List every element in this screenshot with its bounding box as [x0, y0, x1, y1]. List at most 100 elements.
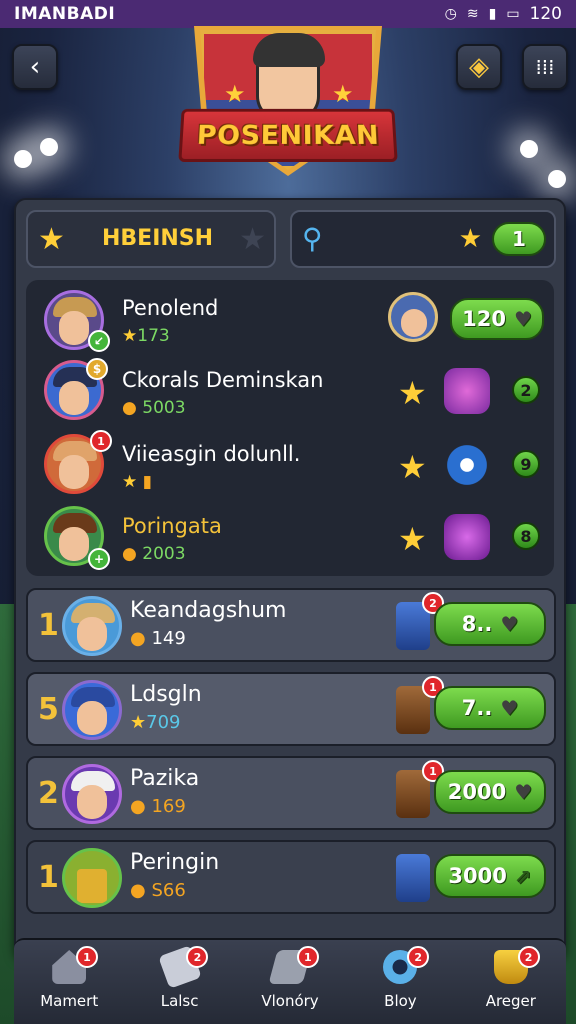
list-item[interactable]: ↙ Penolend ★173 120 ♥ — [26, 284, 554, 356]
reward-value: 7.. — [461, 696, 493, 720]
list-item[interactable]: $ Ckorals Deminskan ● 5003 ★ 2 — [26, 356, 554, 428]
title-banner: POSENIKAN — [178, 108, 398, 163]
friend-name: Ckorals Deminskan — [122, 368, 324, 392]
status-time: 120 — [529, 4, 562, 24]
monster-icon — [444, 368, 490, 414]
bottom-nav: 1 Mamert 2 Lalsc 1 Vlonóry 2 Bloy 2 Areg… — [14, 938, 566, 1024]
avatar — [62, 680, 122, 740]
add-friend-icon: ↙ — [88, 330, 110, 352]
menu-button[interactable]: ⁞⁞⁞ — [522, 44, 568, 90]
item-count: 9 — [512, 450, 540, 478]
trash-reward-icon — [396, 854, 430, 902]
table-row[interactable]: 2 Pazika ● 169 1 2000 ♥ — [26, 756, 556, 830]
nav-label: Bloy — [384, 992, 417, 1010]
rank-number: 5 — [38, 692, 59, 727]
friend-score: ★ ▮ — [122, 472, 153, 492]
star-outline-icon: ★ — [239, 222, 266, 257]
battery-icon: ▭ — [506, 6, 520, 22]
nav-label: Lalsc — [160, 992, 199, 1010]
star-icon: ★ — [398, 520, 427, 558]
list-item[interactable]: 1 Viieasgin dolunll. ★ ▮ ★ 9 — [26, 430, 554, 502]
challenge-value: 120 — [462, 307, 506, 331]
target-icon — [444, 442, 490, 488]
carrier-name: IMANBADI — [14, 4, 116, 24]
coin-icon: $ — [86, 358, 108, 380]
table-row[interactable]: 5 Ldsgln ★709 1 7.. ♥ — [26, 672, 556, 746]
wifi-icon: ≋ — [466, 6, 479, 22]
table-row[interactable]: 1 Keandagshum ● 149 2 8.. ♥ — [26, 588, 556, 662]
friend-score: ● 2003 — [122, 544, 186, 564]
star-icon: ★ — [38, 222, 65, 257]
nav-item-lalsc[interactable]: 2 Lalsc — [124, 940, 234, 1024]
opponent-avatar — [388, 292, 438, 342]
star-icon: ★ — [458, 224, 482, 254]
player-name: Ldsgln — [130, 682, 202, 707]
nav-item-vlonory[interactable]: 1 Vlonóry — [235, 940, 345, 1024]
nav-item-mamert[interactable]: 1 Mamert — [14, 940, 124, 1024]
heart-icon: ♥ — [513, 307, 532, 331]
friend-score: ● 5003 — [122, 398, 186, 418]
alarm-icon: ◷ — [444, 6, 457, 22]
back-button[interactable]: ‹ — [12, 44, 58, 90]
friend-score: ★173 — [122, 326, 170, 346]
nav-label: Vlonóry — [261, 992, 319, 1010]
notification-badge: 1 — [76, 946, 98, 968]
shop-button[interactable]: ◈ — [456, 44, 502, 90]
notification-badge: 2 — [517, 946, 540, 968]
reward-button[interactable]: 3000 ⇗ — [434, 854, 546, 898]
reward-button[interactable]: 2000 ♥ — [434, 770, 546, 814]
item-count: 2 — [512, 376, 540, 404]
list-item[interactable]: + Poringata ● 2003 ★ 8 — [26, 502, 554, 574]
title-emblem: ★ ★ POSENIKAN — [178, 26, 398, 180]
friend-name: Poringata — [122, 514, 222, 538]
item-count: 8 — [512, 522, 540, 550]
tab-hbeinsh[interactable]: ★ HBEINSH ★ — [26, 210, 276, 268]
status-bar: IMANBADI ◷ ≋ ▮ ▭ 120 — [0, 0, 576, 28]
nav-item-bloy[interactable]: 2 Bloy — [345, 940, 455, 1024]
notification-badge: 2 — [186, 946, 209, 968]
search-icon: ⚲ — [302, 222, 323, 255]
arrow-icon: ⇗ — [514, 864, 532, 888]
player-name: Keandagshum — [130, 598, 287, 623]
tab-label: HBEINSH — [102, 226, 214, 251]
reward-value: 2000 — [447, 780, 507, 804]
nav-label: Mamert — [40, 992, 99, 1010]
star-icon: ★ — [224, 80, 246, 108]
player-score: ● 169 — [130, 796, 186, 817]
grid-menu-icon: ⁞⁞⁞ — [535, 55, 555, 79]
rank-number: 2 — [38, 776, 59, 811]
friends-list: ↙ Penolend ★173 120 ♥ $ Ckorals Deminskan… — [26, 280, 554, 576]
nav-label: Areger — [485, 992, 536, 1010]
star-icon: ★ — [398, 374, 427, 412]
heart-icon: ♥ — [500, 696, 519, 720]
reward-button[interactable]: 7.. ♥ — [434, 686, 546, 730]
reward-value: 3000 — [448, 864, 507, 888]
player-score: ★709 — [130, 712, 181, 733]
monster-icon — [444, 514, 490, 560]
friend-name: Penolend — [122, 296, 219, 320]
challenge-button[interactable]: 120 ♥ — [450, 298, 544, 340]
avatar — [62, 596, 122, 656]
add-friend-icon: + — [88, 548, 110, 570]
rank-number: 1 — [38, 608, 59, 643]
player-name: Pazika — [130, 766, 200, 791]
reward-value: 8.. — [461, 612, 493, 636]
signal-icon: ▮ — [488, 6, 497, 22]
rank-number: 1 — [38, 860, 59, 895]
coin-bag-icon: ◈ — [469, 52, 489, 82]
player-score: ● 149 — [130, 628, 186, 649]
table-row[interactable]: 1 Peringin ● S66 3000 ⇗ — [26, 840, 556, 914]
chevron-left-icon: ‹ — [29, 52, 41, 82]
player-name: Peringin — [130, 850, 220, 875]
heart-icon: ♥ — [500, 612, 519, 636]
heart-icon: ♥ — [514, 780, 533, 804]
search-box[interactable]: ⚲ ★ 1 — [290, 210, 556, 268]
nav-item-areger[interactable]: 2 Areger — [456, 940, 566, 1024]
notification-badge: 1 — [296, 946, 319, 968]
star-count: 1 — [512, 227, 526, 251]
star-count-pill[interactable]: 1 — [492, 222, 546, 256]
notification-badge: 2 — [407, 946, 430, 968]
reward-button[interactable]: 8.. ♥ — [434, 602, 546, 646]
notification-badge: 1 — [90, 430, 112, 452]
avatar — [62, 848, 122, 908]
